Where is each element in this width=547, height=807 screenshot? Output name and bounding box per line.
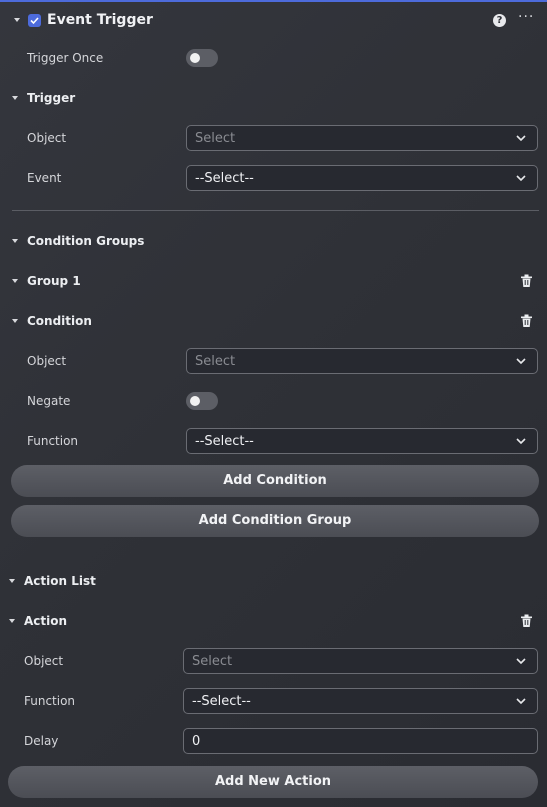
trigger-section-label[interactable]: Trigger (27, 91, 75, 105)
chevron-down-icon (516, 438, 526, 445)
chevron-down-icon (516, 135, 526, 142)
action-object-select[interactable]: Select (183, 648, 538, 674)
collapse-caret-icon[interactable] (14, 18, 20, 22)
event-trigger-panel: Event Trigger ? ··· Trigger Once Trigger… (0, 0, 547, 807)
action-function-value: --Select-- (192, 694, 251, 709)
trigger-object-select[interactable]: Select (186, 125, 538, 151)
condition-function-value: --Select-- (195, 434, 254, 449)
panel-title: Event Trigger (47, 12, 153, 28)
negate-label: Negate (27, 394, 71, 408)
chevron-down-icon (516, 698, 526, 705)
delete-action-trash-icon[interactable] (520, 614, 533, 628)
action-label[interactable]: Action (24, 614, 67, 628)
delay-label: Delay (24, 734, 59, 748)
action-caret-icon[interactable] (9, 619, 15, 623)
condition-groups-label[interactable]: Condition Groups (27, 234, 144, 248)
trigger-event-value: --Select-- (195, 171, 254, 186)
trigger-event-label: Event (27, 171, 62, 185)
trigger-event-select[interactable]: --Select-- (186, 165, 538, 191)
condition-function-label: Function (27, 434, 79, 448)
action-list-label[interactable]: Action List (24, 574, 96, 588)
condition-groups-caret-icon[interactable] (12, 239, 18, 243)
trigger-object-placeholder: Select (195, 131, 236, 146)
trigger-once-label: Trigger Once (27, 51, 104, 65)
condition-object-label: Object (27, 354, 67, 368)
enable-checkbox[interactable] (28, 14, 41, 27)
trigger-object-label: Object (27, 131, 67, 145)
action-function-select[interactable]: --Select-- (183, 688, 538, 714)
condition-label[interactable]: Condition (27, 314, 92, 328)
section-divider (12, 210, 539, 211)
negate-toggle[interactable] (186, 392, 218, 410)
chevron-down-icon (516, 658, 526, 665)
condition-object-select[interactable]: Select (186, 348, 538, 374)
group-caret-icon[interactable] (12, 279, 18, 283)
add-condition-group-button[interactable]: Add Condition Group (11, 505, 539, 537)
trigger-once-toggle[interactable] (186, 49, 218, 67)
delay-input[interactable]: 0 (183, 728, 538, 754)
add-condition-button[interactable]: Add Condition (11, 465, 539, 497)
chevron-down-icon (516, 175, 526, 182)
group-label[interactable]: Group 1 (27, 274, 81, 288)
trigger-caret-icon[interactable] (12, 96, 18, 100)
delete-group-trash-icon[interactable] (520, 274, 533, 288)
delete-condition-trash-icon[interactable] (520, 314, 533, 328)
chevron-down-icon (516, 358, 526, 365)
add-new-action-button[interactable]: Add New Action (8, 766, 538, 798)
action-object-placeholder: Select (192, 654, 233, 669)
action-function-label: Function (24, 694, 76, 708)
action-list-caret-icon[interactable] (9, 579, 15, 583)
help-icon[interactable]: ? (493, 14, 506, 27)
action-object-label: Object (24, 654, 64, 668)
condition-object-placeholder: Select (195, 354, 236, 369)
condition-caret-icon[interactable] (12, 319, 18, 323)
condition-function-select[interactable]: --Select-- (186, 428, 538, 454)
more-options-icon[interactable]: ··· (518, 9, 534, 25)
